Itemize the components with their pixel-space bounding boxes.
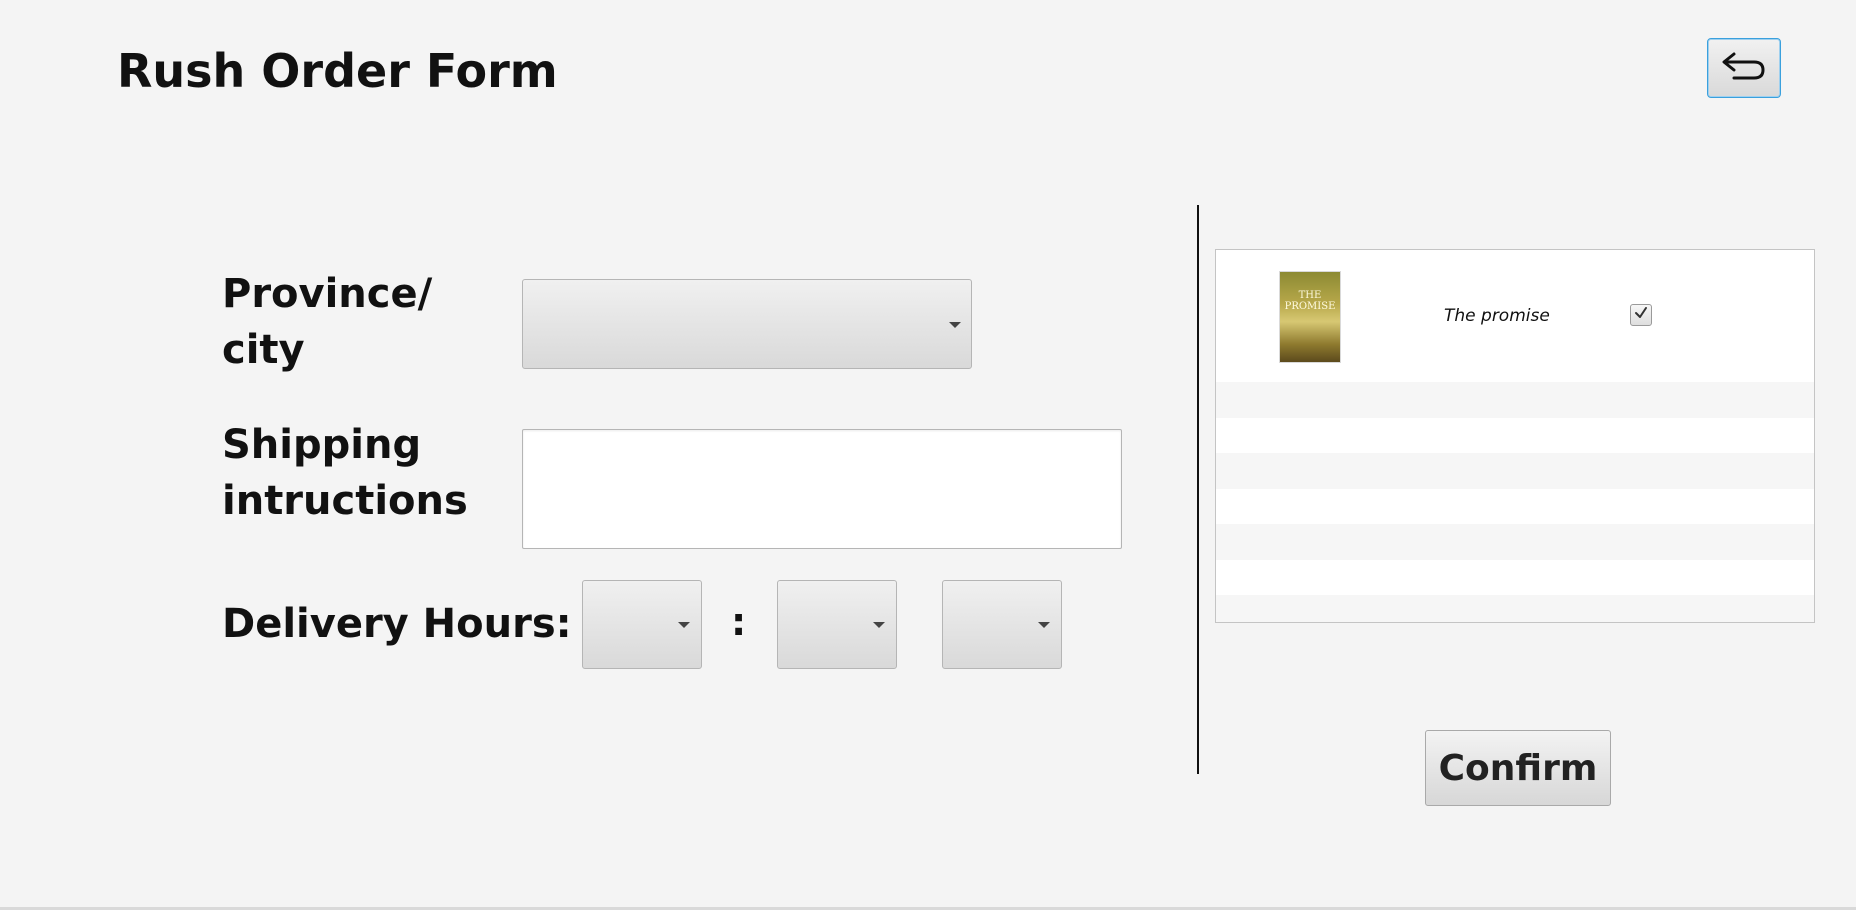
chevron-down-icon [949, 322, 961, 328]
list-item[interactable]: THE PROMISE The promise [1216, 250, 1814, 382]
shipping-instructions-field[interactable] [522, 429, 1122, 549]
delivery-hour-dropdown[interactable] [582, 580, 702, 669]
rush-order-window: Rush Order Form Province/ city Shipping … [0, 0, 1856, 910]
time-separator: : [731, 600, 747, 644]
chevron-down-icon [678, 622, 690, 628]
book-title: The promise [1444, 306, 1550, 326]
empty-list-row [1216, 524, 1814, 560]
delivery-period-dropdown[interactable] [942, 580, 1062, 669]
delivery-minute-dropdown[interactable] [777, 580, 897, 669]
section-divider [1197, 205, 1199, 774]
empty-list-row [1216, 595, 1814, 622]
empty-list-row [1216, 559, 1814, 595]
chevron-down-icon [1038, 622, 1050, 628]
delivery-hours-label: Delivery Hours: [222, 601, 572, 647]
chevron-down-icon [873, 622, 885, 628]
province-city-label: Province/ city [222, 271, 433, 373]
order-items-list[interactable]: THE PROMISE The promise [1215, 249, 1815, 623]
back-button[interactable] [1707, 38, 1781, 98]
province-city-dropdown[interactable] [522, 279, 972, 369]
shipping-instructions-label: Shipping intructions [222, 422, 468, 524]
book-cover-title: THE PROMISE [1284, 290, 1336, 312]
empty-list-row [1216, 382, 1814, 418]
empty-list-row [1216, 417, 1814, 453]
item-selected-checkbox[interactable] [1630, 304, 1652, 326]
empty-list-row [1216, 453, 1814, 489]
confirm-button[interactable]: Confirm [1425, 730, 1611, 806]
empty-list-row [1216, 488, 1814, 524]
back-arrow-icon [1720, 48, 1768, 88]
checkmark-icon [1633, 305, 1649, 325]
book-cover-image: THE PROMISE [1280, 272, 1340, 362]
page-title: Rush Order Form [117, 44, 558, 98]
